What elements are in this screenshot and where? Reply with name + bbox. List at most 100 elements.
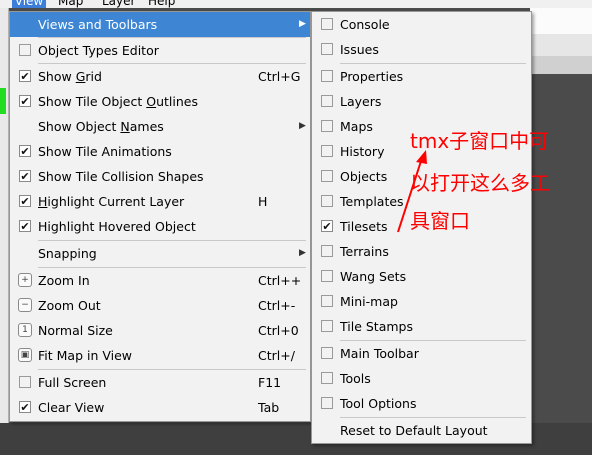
reset-layout-label: Reset to Default Layout: [340, 423, 488, 438]
fit-map-in-view-item[interactable]: ▣ Fit Map in View Ctrl+/: [10, 343, 310, 368]
submenu-arrow-icon: ▶: [299, 19, 306, 29]
menu-help[interactable]: Help: [148, 0, 175, 8]
submenu-arrow-icon: ▶: [299, 248, 306, 258]
issues-item[interactable]: Issues: [312, 37, 531, 62]
checkmark-icon: ✔: [19, 220, 31, 233]
mini-map-item[interactable]: Mini-map: [312, 289, 531, 314]
normal-size-icon: 1: [18, 323, 32, 337]
checkbox-icon: [321, 170, 333, 182]
layers-item[interactable]: Layers: [312, 89, 531, 114]
show-tile-animations-item[interactable]: ✔ Show Tile Animations: [10, 139, 310, 164]
highlight-hovered-object-label: Highlight Hovered Object: [38, 219, 196, 234]
app-color-swatch: [0, 88, 6, 114]
object-types-editor-item[interactable]: Object Types Editor: [10, 38, 310, 63]
menu-layer[interactable]: Layer: [102, 0, 135, 8]
main-toolbar-label: Main Toolbar: [340, 346, 419, 361]
checkbox-icon: [321, 372, 333, 384]
show-grid-label: Show Grid: [38, 69, 102, 84]
issues-label: Issues: [340, 42, 379, 57]
checkbox-icon: [321, 95, 333, 107]
checkmark-icon: ✔: [19, 170, 31, 183]
annotation-text-line-3: 具窗口: [410, 209, 470, 233]
shortcut-text: Ctrl++: [258, 273, 302, 288]
zoom-out-label: Zoom Out: [38, 298, 101, 313]
show-tile-object-outlines-label: Show Tile Object Outlines: [38, 94, 198, 109]
shortcut-text: Ctrl+G: [258, 69, 301, 84]
console-item[interactable]: Console: [312, 12, 531, 37]
views-and-toolbars-item[interactable]: Views and Toolbars ▶: [10, 12, 310, 37]
checkmark-icon: ✔: [19, 95, 31, 108]
tool-options-label: Tool Options: [340, 396, 417, 411]
shortcut-text: Ctrl+-: [258, 298, 296, 313]
app-left-panel: [0, 8, 9, 423]
checkbox-icon: [321, 120, 333, 132]
shortcut-text: Ctrl+0: [258, 323, 299, 338]
show-tile-object-outlines-item[interactable]: ✔ Show Tile Object Outlines: [10, 89, 310, 114]
checkbox-icon: [321, 295, 333, 307]
zoom-in-item[interactable]: + Zoom In Ctrl++: [10, 268, 310, 293]
maps-label: Maps: [340, 119, 373, 134]
menu-map[interactable]: Map: [58, 0, 83, 8]
show-grid-item[interactable]: ✔ Show Grid Ctrl+G: [10, 64, 310, 89]
checkmark-icon: ✔: [19, 70, 31, 83]
checkbox-icon: [321, 18, 333, 30]
tools-item[interactable]: Tools: [312, 366, 531, 391]
mini-map-label: Mini-map: [340, 294, 398, 309]
zoom-in-icon: +: [18, 273, 32, 287]
checkbox-icon: [321, 70, 333, 82]
show-object-names-label: Show Object Names: [38, 119, 164, 134]
checkbox-icon: [321, 145, 333, 157]
highlight-hovered-object-item[interactable]: ✔ Highlight Hovered Object: [10, 214, 310, 239]
shortcut-text: Tab: [258, 400, 280, 415]
fit-to-view-icon: ▣: [18, 348, 32, 362]
console-label: Console: [340, 17, 390, 32]
clear-view-item[interactable]: ✔ Clear View Tab: [10, 395, 310, 420]
properties-label: Properties: [340, 69, 404, 84]
annotation-text-line-1: tmx子窗口中可: [410, 129, 550, 153]
properties-item[interactable]: Properties: [312, 64, 531, 89]
layers-label: Layers: [340, 94, 382, 109]
fit-map-in-view-label: Fit Map in View: [38, 348, 133, 363]
shortcut-text: Ctrl+/: [258, 348, 295, 363]
show-object-names-item[interactable]: Show Object Names ▶: [10, 114, 310, 139]
checkbox-icon: [321, 347, 333, 359]
reset-layout-item[interactable]: Reset to Default Layout: [312, 418, 531, 443]
views-and-toolbars-label: Views and Toolbars: [38, 17, 158, 32]
checkbox-icon: [321, 397, 333, 409]
tilesets-label: Tilesets: [340, 219, 388, 234]
checkbox-icon: [321, 195, 333, 207]
shortcut-text: F11: [258, 375, 282, 390]
checkbox-icon: [321, 245, 333, 257]
clear-view-label: Clear View: [38, 400, 105, 415]
objects-label: Objects: [340, 169, 388, 184]
shortcut-text: H: [258, 194, 268, 209]
terrains-label: Terrains: [340, 244, 389, 259]
full-screen-label: Full Screen: [38, 375, 107, 390]
app-right-panel-header: [530, 34, 592, 57]
checkbox-icon: [321, 320, 333, 332]
checkmark-icon: ✔: [19, 195, 31, 208]
menu-bar: View Map Layer Help: [0, 0, 592, 8]
show-tile-animations-label: Show Tile Animations: [38, 144, 172, 159]
normal-size-label: Normal Size: [38, 323, 113, 338]
highlight-current-layer-label: Highlight Current Layer: [38, 194, 185, 209]
app-right-panel-toolbar: [530, 56, 592, 74]
wang-sets-label: Wang Sets: [340, 269, 407, 284]
wang-sets-item[interactable]: Wang Sets: [312, 264, 531, 289]
zoom-out-item[interactable]: − Zoom Out Ctrl+-: [10, 293, 310, 318]
main-toolbar-item[interactable]: Main Toolbar: [312, 341, 531, 366]
checkbox-icon: [321, 43, 333, 55]
checkmark-icon: ✔: [321, 220, 333, 233]
menu-view[interactable]: View: [12, 0, 46, 8]
tools-label: Tools: [340, 371, 371, 386]
tool-options-item[interactable]: Tool Options: [312, 391, 531, 416]
zoom-in-label: Zoom In: [38, 273, 90, 288]
tile-stamps-label: Tile Stamps: [340, 319, 413, 334]
snapping-item[interactable]: Snapping ▶: [10, 241, 310, 266]
tile-stamps-item[interactable]: Tile Stamps: [312, 314, 531, 339]
full-screen-item[interactable]: Full Screen F11: [10, 370, 310, 395]
highlight-current-layer-item[interactable]: ✔ Highlight Current Layer H: [10, 189, 310, 214]
terrains-item[interactable]: Terrains: [312, 239, 531, 264]
show-tile-collision-shapes-item[interactable]: ✔ Show Tile Collision Shapes: [10, 164, 310, 189]
normal-size-item[interactable]: 1 Normal Size Ctrl+0: [10, 318, 310, 343]
